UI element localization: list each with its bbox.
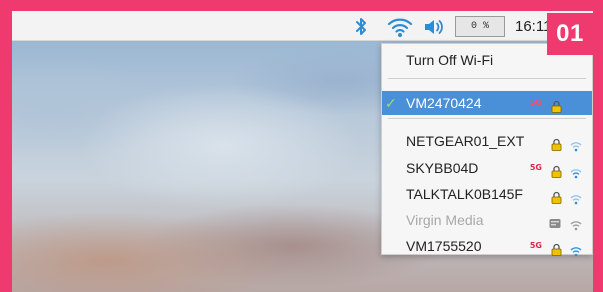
network-name: Virgin Media <box>406 212 484 228</box>
network-item-connected[interactable]: ✓ VM2470424 5G <box>382 91 592 115</box>
5g-badge: 5G <box>529 98 542 107</box>
menu-separator <box>388 118 586 119</box>
lock-icon <box>551 96 562 120</box>
network-item[interactable]: NETGEAR01_EXT <box>382 129 592 153</box>
network-name: TALKTALK0B145F <box>406 186 523 202</box>
menu-separator <box>388 78 586 79</box>
volume-icon[interactable] <box>423 16 445 43</box>
lock-icon <box>551 239 562 263</box>
step-number-badge: 01 <box>547 13 593 55</box>
network-name: NETGEAR01_EXT <box>406 133 525 149</box>
5g-badge: 5G <box>529 163 542 172</box>
network-name: VM2470424 <box>406 95 482 111</box>
network-item-unavailable[interactable]: Virgin Media <box>382 208 592 232</box>
checkmark-icon: ✓ <box>385 95 397 111</box>
taskbar: 0 % 16:11 <box>12 11 593 41</box>
wifi-icon[interactable] <box>387 16 413 43</box>
bluetooth-icon[interactable] <box>353 16 369 43</box>
signal-strength-icon <box>570 240 582 264</box>
turn-off-wifi-label: Turn Off Wi-Fi <box>406 52 494 68</box>
network-item[interactable]: TALKTALK0B145F <box>382 182 592 206</box>
network-item[interactable]: SKYBB04D 5G <box>382 156 592 180</box>
lock-icon <box>551 134 562 158</box>
5g-badge: 5G <box>529 241 542 250</box>
screen-frame: 0 % 16:11 Turn Off Wi-Fi ✓ VM2470424 5G … <box>12 11 593 292</box>
clock[interactable]: 16:11 <box>515 18 551 35</box>
network-name: VM1755520 <box>406 238 482 254</box>
wifi-network-menu: Turn Off Wi-Fi ✓ VM2470424 5G NETGEAR01_… <box>381 43 593 258</box>
network-name: SKYBB04D <box>406 160 479 176</box>
network-item[interactable]: VM1755520 5G <box>382 234 592 258</box>
cpu-monitor[interactable]: 0 % <box>455 16 505 37</box>
